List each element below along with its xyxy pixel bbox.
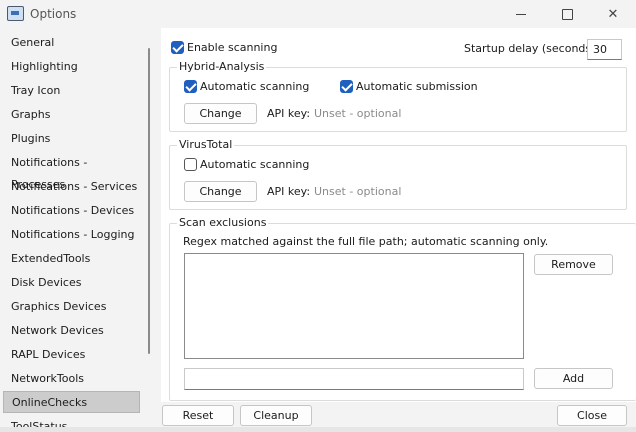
virustotal-api-key-label: API key: <box>267 185 311 198</box>
sidebar-item-general[interactable]: General <box>3 32 140 54</box>
app-icon <box>7 6 24 21</box>
close-icon: ✕ <box>607 6 619 22</box>
close-button[interactable]: Close <box>557 405 627 426</box>
close-window-button[interactable]: ✕ <box>590 0 636 28</box>
add-exclusion-button[interactable]: Add <box>534 368 613 389</box>
title-bar: Options ✕ <box>0 0 636 28</box>
virustotal-change-button[interactable]: Change <box>184 181 257 202</box>
sidebar-item-notifications-logging[interactable]: Notifications - Logging <box>3 224 140 246</box>
sidebar-item-onlinechecks[interactable]: OnlineChecks <box>3 391 140 413</box>
hybrid-auto-submit-label: Automatic submission <box>356 80 478 93</box>
startup-delay-label: Startup delay (seconds): <box>464 42 600 55</box>
reset-button[interactable]: Reset <box>162 405 234 426</box>
sidebar-item-notifications-devices[interactable]: Notifications - Devices <box>3 200 140 222</box>
enable-scanning-label: Enable scanning <box>187 41 278 54</box>
virustotal-auto-scan-label: Automatic scanning <box>200 158 310 171</box>
hybrid-auto-scan-label: Automatic scanning <box>200 80 310 93</box>
startup-delay-input[interactable]: 30 <box>587 39 622 60</box>
sidebar-item-highlighting[interactable]: Highlighting <box>3 56 140 78</box>
sidebar-item-notifications-services[interactable]: Notifications - Services <box>3 176 140 198</box>
sidebar-item-disk-devices[interactable]: Disk Devices <box>3 272 140 294</box>
minimize-icon <box>516 13 526 15</box>
hybrid-api-key-value: Unset - optional <box>314 107 402 120</box>
maximize-button[interactable] <box>544 0 590 28</box>
options-panel: Enable scanning Startup delay (seconds):… <box>161 28 636 402</box>
hybrid-auto-submit-checkbox[interactable] <box>340 80 353 93</box>
virustotal-auto-scan-checkbox[interactable] <box>184 158 197 171</box>
exclusions-list[interactable] <box>184 253 524 359</box>
scan-exclusions-description: Regex matched against the full file path… <box>183 235 549 248</box>
cleanup-button[interactable]: Cleanup <box>240 405 312 426</box>
sidebar-item-tray-icon[interactable]: Tray Icon <box>3 80 140 102</box>
scan-exclusions-title: Scan exclusions <box>177 216 269 229</box>
hybrid-change-button[interactable]: Change <box>184 103 257 124</box>
minimize-button[interactable] <box>498 0 544 28</box>
enable-scanning-checkbox[interactable] <box>171 41 184 54</box>
sidebar-scrollbar[interactable] <box>148 48 150 354</box>
window-title: Options <box>30 7 77 21</box>
hybrid-auto-scan-checkbox[interactable] <box>184 80 197 93</box>
virustotal-api-key-value: Unset - optional <box>314 185 402 198</box>
sidebar-item-notifications-processes[interactable]: Notifications - Processes <box>3 152 140 191</box>
sidebar-item-network-devices[interactable]: Network Devices <box>3 320 140 342</box>
sidebar: General Highlighting Tray Icon Graphs Pl… <box>0 28 148 432</box>
sidebar-item-extendedtools[interactable]: ExtendedTools <box>3 248 140 270</box>
sidebar-item-rapl-devices[interactable]: RAPL Devices <box>3 344 140 366</box>
new-exclusion-input[interactable] <box>184 368 524 390</box>
hybrid-api-key-label: API key: <box>267 107 311 120</box>
sidebar-item-plugins[interactable]: Plugins <box>3 128 140 150</box>
virustotal-title: VirusTotal <box>177 138 235 151</box>
sidebar-item-graphs[interactable]: Graphs <box>3 104 140 126</box>
sidebar-item-graphics-devices[interactable]: Graphics Devices <box>3 296 140 318</box>
maximize-icon <box>561 8 573 20</box>
sidebar-item-networktools[interactable]: NetworkTools <box>3 368 140 390</box>
remove-exclusion-button[interactable]: Remove <box>534 254 613 275</box>
hybrid-analysis-title: Hybrid-Analysis <box>177 60 267 73</box>
taskbar-peek <box>0 427 636 432</box>
